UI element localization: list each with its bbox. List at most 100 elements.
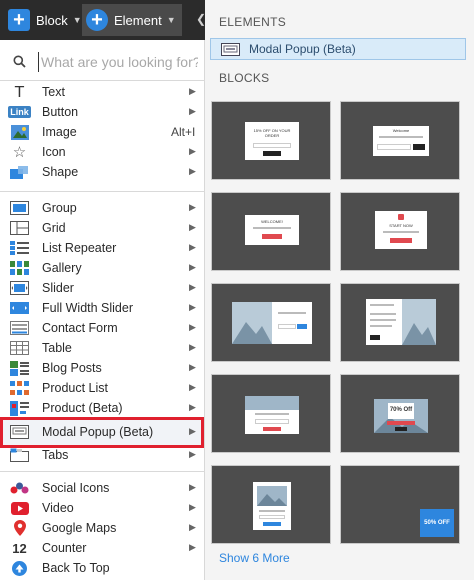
shape-icon [10,164,29,180]
popup-preview: START NOW [375,211,427,249]
menu-item-video[interactable]: Video ▶ [0,498,205,518]
menu-item-label: Product (Beta) [42,401,123,415]
menu-item-label: Slider [42,281,74,295]
menu-item-product-list[interactable]: Product List ▶ [0,378,205,398]
table-icon [10,340,29,356]
block-thumbnail[interactable]: 70% Off [340,374,460,453]
popup-preview: Welcome [373,126,429,156]
menu-item-icon[interactable]: ☆ Icon ▶ [0,142,205,162]
menu-item-table[interactable]: Table ▶ [0,338,205,358]
chevron-right-icon: ▶ [189,86,196,96]
popup-preview [366,299,436,345]
chevron-right-icon: ▶ [189,402,196,412]
element-modal-popup[interactable]: Modal Popup (Beta) [210,38,466,60]
menu-item-contact-form[interactable]: Contact Form ▶ [0,318,205,338]
add-block-button[interactable]: + Block ▼ [8,4,82,36]
menu-item-label: Shape [42,165,79,179]
menu-item-label: Tabs [42,448,69,462]
tabs-icon [10,447,29,463]
menu-item-image[interactable]: Image Alt+I [0,122,205,142]
menu-item-social-icons[interactable]: Social Icons ▶ [0,478,205,498]
popup-preview [253,482,291,530]
chevron-right-icon: ▶ [189,426,196,436]
chevron-right-icon: ▶ [189,302,196,312]
menu-item-button[interactable]: Link Button ▶ [0,102,205,122]
chevron-right-icon: ▶ [189,166,196,176]
grid-icon [10,220,29,236]
menu-item-grid[interactable]: Grid ▶ [0,218,205,238]
chevron-right-icon: ▶ [189,502,196,512]
chevron-right-icon: ▶ [189,262,196,272]
discount-badge: 50% OFF [420,509,454,537]
search-bar [0,48,205,76]
menu-item-label: Product List [42,381,109,395]
menu-item-label: Group [42,201,77,215]
menu-item-list-repeater[interactable]: List Repeater ▶ [0,238,205,258]
show-more-link[interactable]: Show 6 More [219,551,290,565]
menu-item-label: Modal Popup (Beta) [42,425,154,439]
block-thumbnail[interactable]: WELCOME! [211,192,331,271]
full-width-slider-icon [10,300,29,316]
menu-item-counter[interactable]: 12 Counter ▶ [0,538,205,558]
menu-item-modal-popup[interactable]: Modal Popup (Beta) ▶ [0,422,205,442]
social-icons-icon [10,480,29,496]
block-thumbnail[interactable] [211,374,331,453]
plus-circle-icon: + [86,9,108,31]
top-toolbar: + Block ▼ + Element ▼ ❮ [0,0,206,40]
menu-item-label: Icon [42,145,66,159]
video-play-icon [10,500,29,516]
chevron-right-icon: ▶ [189,106,196,116]
chevron-right-icon: ▶ [189,222,196,232]
map-pin-icon [10,520,29,536]
block-thumbnail[interactable]: 50% OFF [340,465,460,544]
menu-item-slider[interactable]: Slider ▶ [0,278,205,298]
menu-item-label: Counter [42,541,87,555]
chevron-right-icon: ▶ [189,202,196,212]
menu-item-label: Full Width Slider [42,301,133,315]
chevron-right-icon: ▶ [189,382,196,392]
popup-preview: 70% Off [374,399,428,433]
menu-item-product-beta[interactable]: Product (Beta) ▶ [0,398,205,418]
block-thumbnail[interactable]: START NOW [340,192,460,271]
menu-item-blog-posts[interactable]: Blog Posts ▶ [0,358,205,378]
chevron-right-icon: ▶ [189,522,196,532]
menu-item-group[interactable]: Group ▶ [0,198,205,218]
block-thumbnail[interactable] [211,465,331,544]
popup-preview [245,396,299,434]
list-repeater-icon [10,240,29,256]
menu-item-google-maps[interactable]: Google Maps ▶ [0,518,205,538]
menu-item-gallery[interactable]: Gallery ▶ [0,258,205,278]
menu-item-label: Google Maps [42,521,117,535]
chevron-right-icon: ▶ [189,242,196,252]
elements-section-title: ELEMENTS [219,15,287,29]
menu-item-text[interactable]: T Text ▶ [0,82,205,102]
block-thumbnail[interactable] [211,283,331,362]
plus-icon: + [8,9,30,31]
block-thumbnail[interactable]: Welcome [340,101,460,180]
shortcut-label: Alt+I [171,125,196,139]
popup-heading: 15% OFF ON YOUR ORDER [253,128,291,138]
element-label: Modal Popup (Beta) [249,42,356,56]
button-icon: Link [8,106,31,118]
menu-item-back-to-top[interactable]: Back To Top [0,558,205,578]
chevron-down-icon: ▼ [72,15,82,25]
block-thumbnail[interactable] [340,283,460,362]
block-thumbnail[interactable]: 15% OFF ON YOUR ORDER [211,101,331,180]
popup-preview: 15% OFF ON YOUR ORDER [245,122,299,160]
add-element-button[interactable]: + Element ▼ [82,4,182,36]
search-input[interactable] [38,52,198,72]
menu-item-full-width-slider[interactable]: Full Width Slider ▶ [0,298,205,318]
menu-item-label: Blog Posts [42,361,102,375]
chevron-right-icon: ▶ [189,282,196,292]
divider [0,191,205,192]
modal-popup-icon [221,42,240,56]
menu-item-tabs[interactable]: Tabs ▶ [0,445,205,465]
chevron-right-icon: ▶ [189,449,196,459]
menu-item-label: Button [42,105,79,119]
chevron-right-icon: ▶ [189,322,196,332]
menu-item-label: Image [42,125,77,139]
menu-item-label: List Repeater [42,241,117,255]
back-to-top-icon [10,560,29,576]
menu-item-shape[interactable]: Shape ▶ [0,162,205,182]
blog-posts-icon [10,360,29,376]
